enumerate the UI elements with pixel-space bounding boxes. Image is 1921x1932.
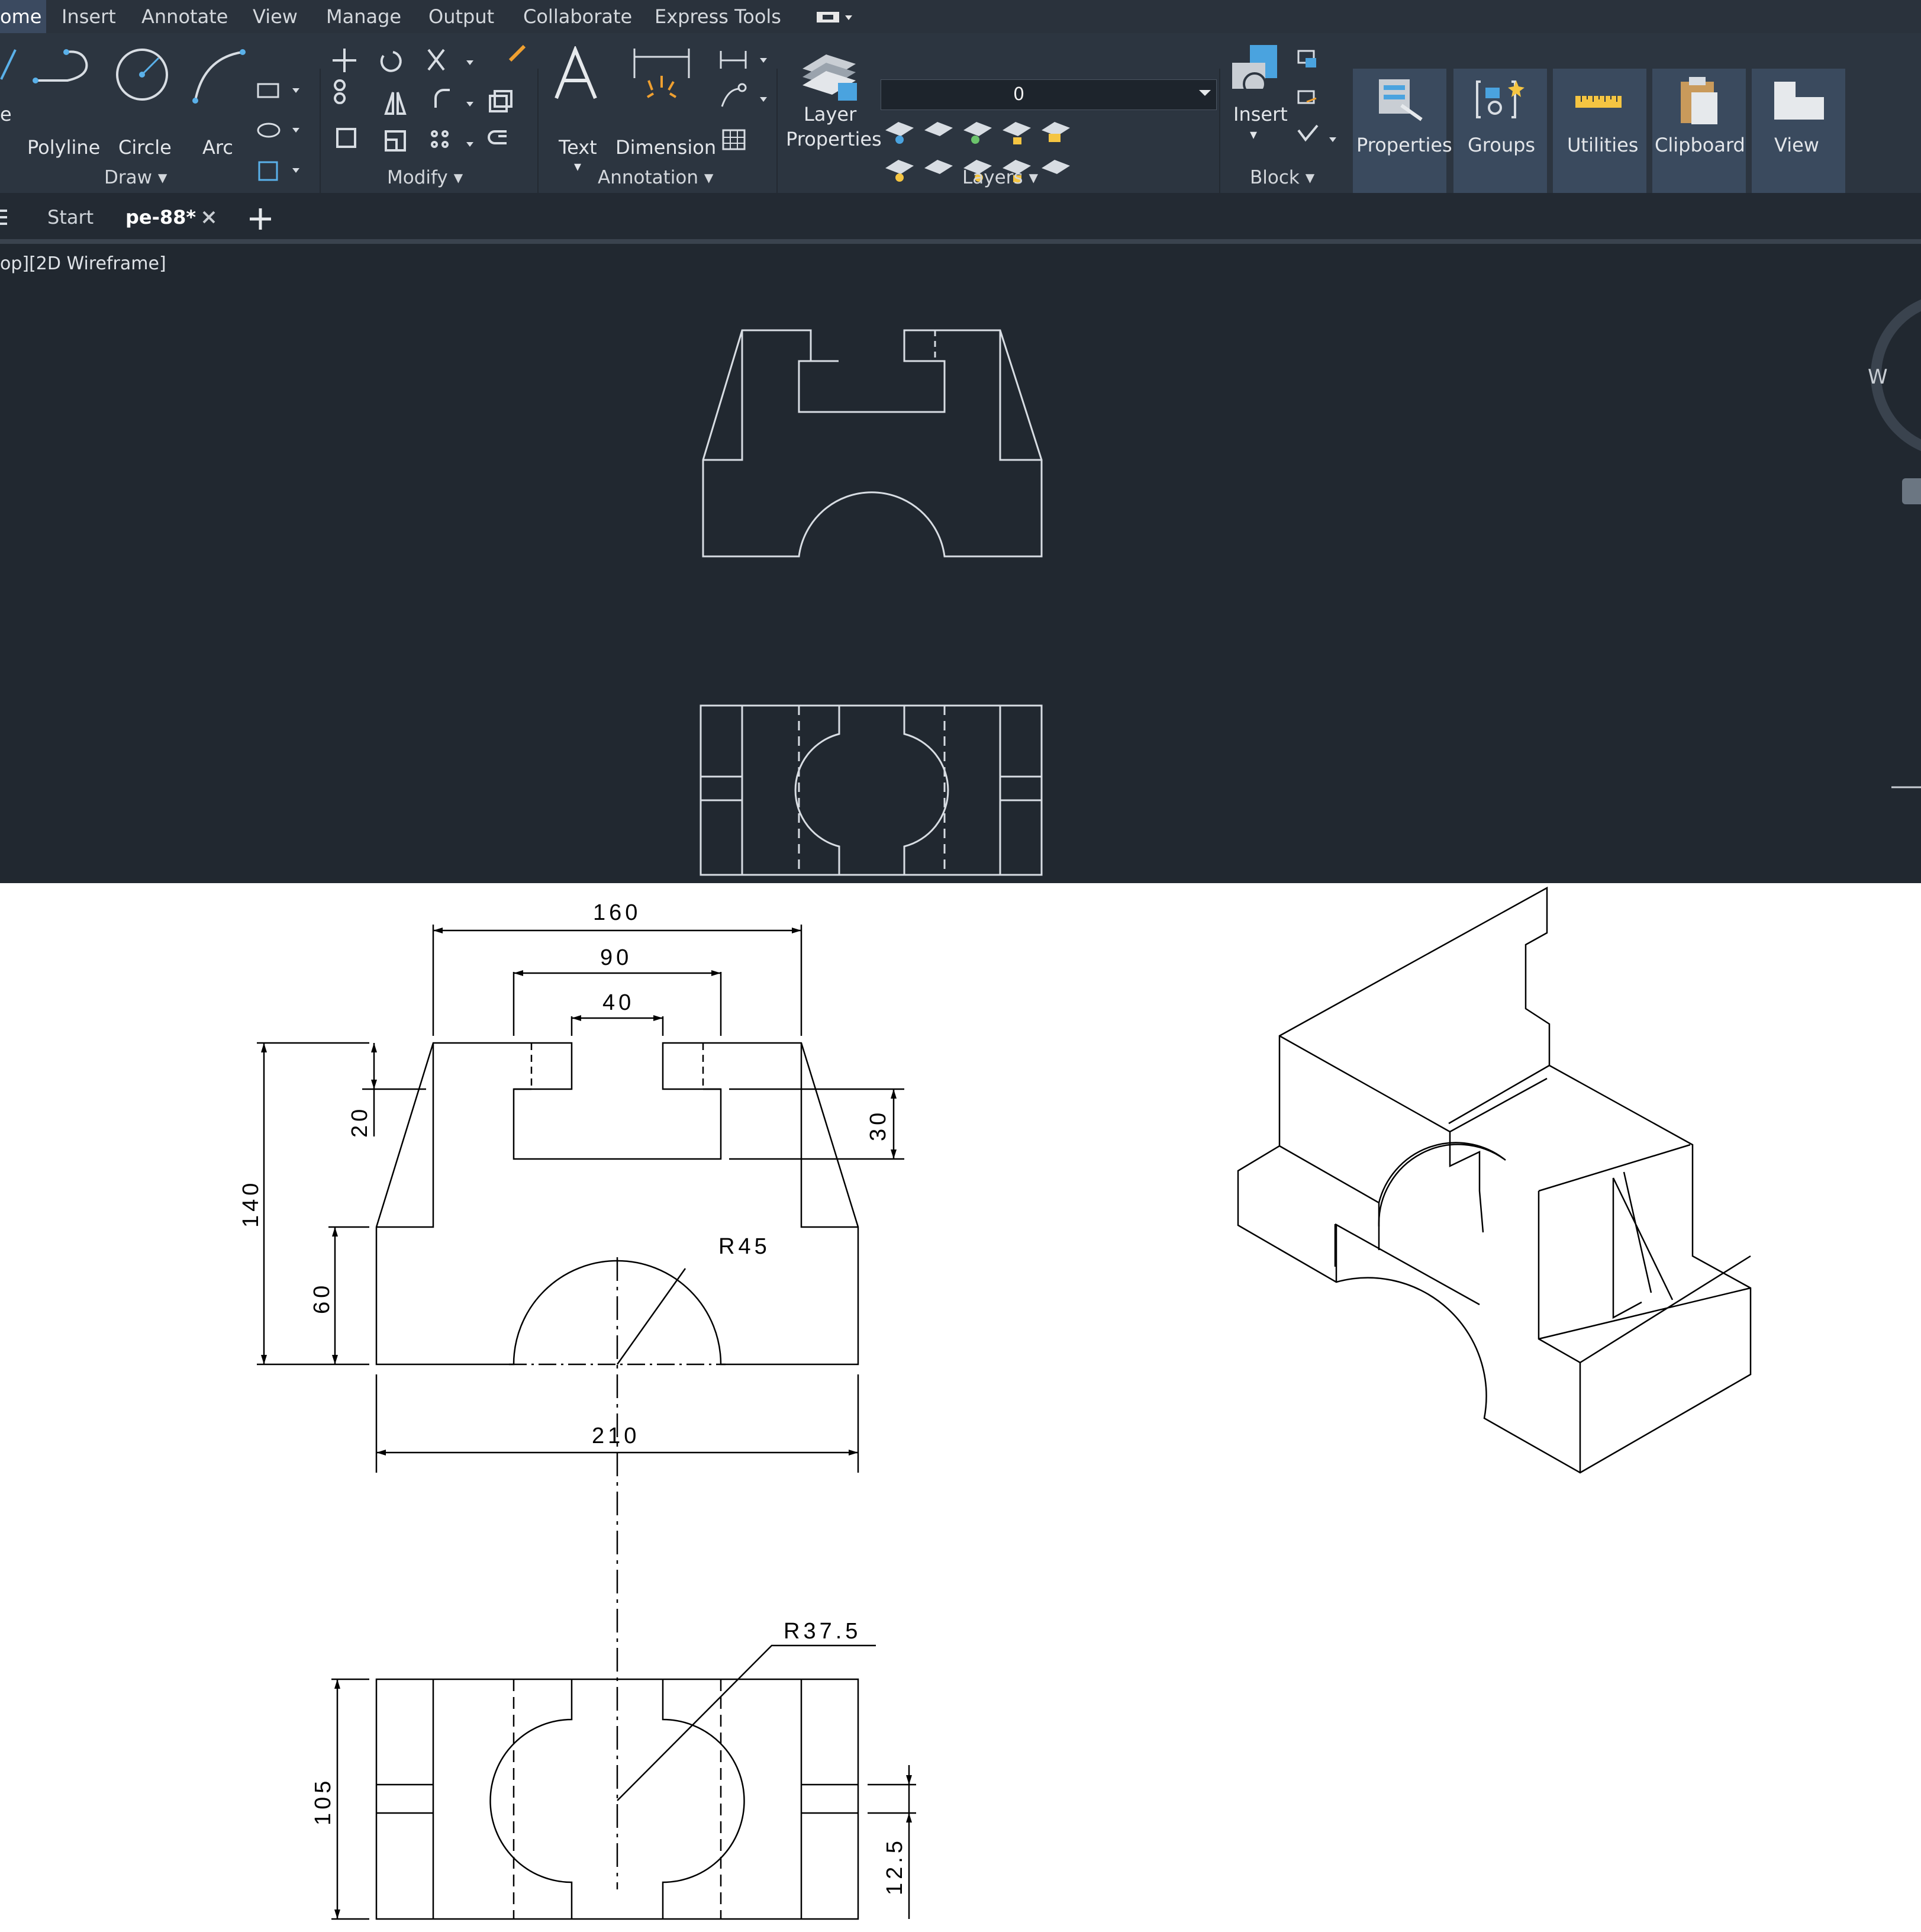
dim-90: 90 [600, 945, 632, 970]
annotation-small-tools-icon[interactable] [716, 47, 769, 160]
menu-output[interactable]: Output [428, 0, 494, 33]
menu-manage[interactable]: Manage [326, 0, 401, 33]
utilities-label: Utilities [1567, 134, 1639, 156]
menu-bar: ome Insert Annotate View Manage Output C… [0, 0, 1921, 33]
line-label: e [0, 103, 12, 125]
groups-label: Groups [1468, 134, 1536, 156]
dim-210: 210 [592, 1424, 640, 1448]
navbar-stub [1902, 478, 1921, 504]
top-view-wireframe [700, 704, 1043, 876]
circle-label: Circle [118, 136, 172, 159]
dimension-icon[interactable] [631, 45, 692, 104]
front-view-wireframe [702, 329, 1043, 558]
menu-express-tools[interactable]: Express Tools [655, 0, 781, 33]
draw-small-tools-icon[interactable] [254, 78, 305, 197]
reference-drawing: 160 90 40 20 30 140 60 R45 210 R37.5 105… [238, 886, 1752, 1920]
annotation-panel-title[interactable]: Annotation ▾ [598, 165, 713, 191]
menu-icon[interactable] [0, 207, 8, 227]
dim-140: 140 [238, 1180, 263, 1228]
dim-r45: R45 [718, 1234, 771, 1259]
modify-tools-icon[interactable] [329, 43, 530, 167]
dim-60: 60 [310, 1282, 334, 1314]
dim-30: 30 [866, 1109, 891, 1141]
block-small-tools-icon[interactable] [1294, 47, 1341, 160]
menu-view[interactable]: View [253, 0, 298, 33]
properties-icon [1379, 79, 1423, 121]
dim-12-5: 12.5 [882, 1837, 907, 1895]
layer-properties-icon[interactable] [797, 45, 862, 104]
menu-collaborate[interactable]: Collaborate [523, 0, 632, 33]
view-label: View [1774, 134, 1819, 156]
dimension-label: Dimension [615, 136, 717, 159]
new-tab-icon[interactable] [249, 207, 272, 231]
tab-start[interactable]: Start [47, 193, 94, 242]
dim-160: 160 [593, 900, 641, 925]
layer-dropdown[interactable] [881, 79, 1217, 110]
layer-properties-label-2: Properties [786, 128, 882, 150]
tab-underline [0, 239, 1921, 244]
line-icon[interactable] [0, 44, 18, 85]
autocad-window: ome Insert Annotate View Manage Output C… [0, 0, 1921, 883]
dim-105: 105 [311, 1778, 336, 1825]
clipboard-label: Clipboard [1655, 134, 1745, 156]
groups-icon [1476, 80, 1524, 118]
close-tab-icon[interactable] [201, 210, 217, 225]
tab-drawing[interactable]: pe-88* [125, 193, 196, 242]
layers-panel-title[interactable]: Layers ▾ [962, 165, 1038, 191]
view-icon [1774, 82, 1824, 120]
layer-dropdown-arrow-icon[interactable] [1198, 89, 1212, 98]
dim-r37-5: R37.5 [784, 1619, 861, 1644]
block-panel-title[interactable]: Block ▾ [1250, 165, 1314, 191]
file-tab-bar [0, 193, 1921, 242]
arc-label: Arc [202, 136, 233, 159]
dim-20: 20 [347, 1106, 372, 1138]
insert-block-icon[interactable] [1229, 43, 1282, 102]
layer-properties-label-1: Layer [804, 103, 857, 125]
menu-annotate[interactable]: Annotate [141, 0, 228, 33]
model-space[interactable]: W [0, 244, 1921, 883]
properties-label: Properties [1356, 134, 1452, 156]
current-layer-name: 0 [1013, 84, 1025, 105]
text-icon[interactable] [553, 46, 600, 103]
modify-panel-title[interactable]: Modify ▾ [387, 165, 463, 191]
ribbon: e Polyline Circle Arc Draw ▾ Modify ▾ Te… [0, 33, 1921, 224]
menu-insert[interactable]: Insert [62, 0, 116, 33]
ruler-icon [1575, 96, 1622, 108]
menu-home[interactable]: ome [0, 0, 47, 33]
workspace-dropdown-icon[interactable] [816, 11, 857, 25]
draw-panel-title[interactable]: Draw ▾ [104, 165, 167, 191]
arc-icon[interactable] [191, 45, 247, 104]
polyline-label: Polyline [27, 136, 101, 159]
circle-icon[interactable] [114, 46, 170, 103]
polyline-icon[interactable] [32, 46, 94, 99]
clipboard-icon [1681, 77, 1717, 124]
viewcube-west: W [1868, 365, 1888, 389]
insert-label: Insert [1233, 103, 1288, 125]
dim-40: 40 [602, 990, 634, 1015]
